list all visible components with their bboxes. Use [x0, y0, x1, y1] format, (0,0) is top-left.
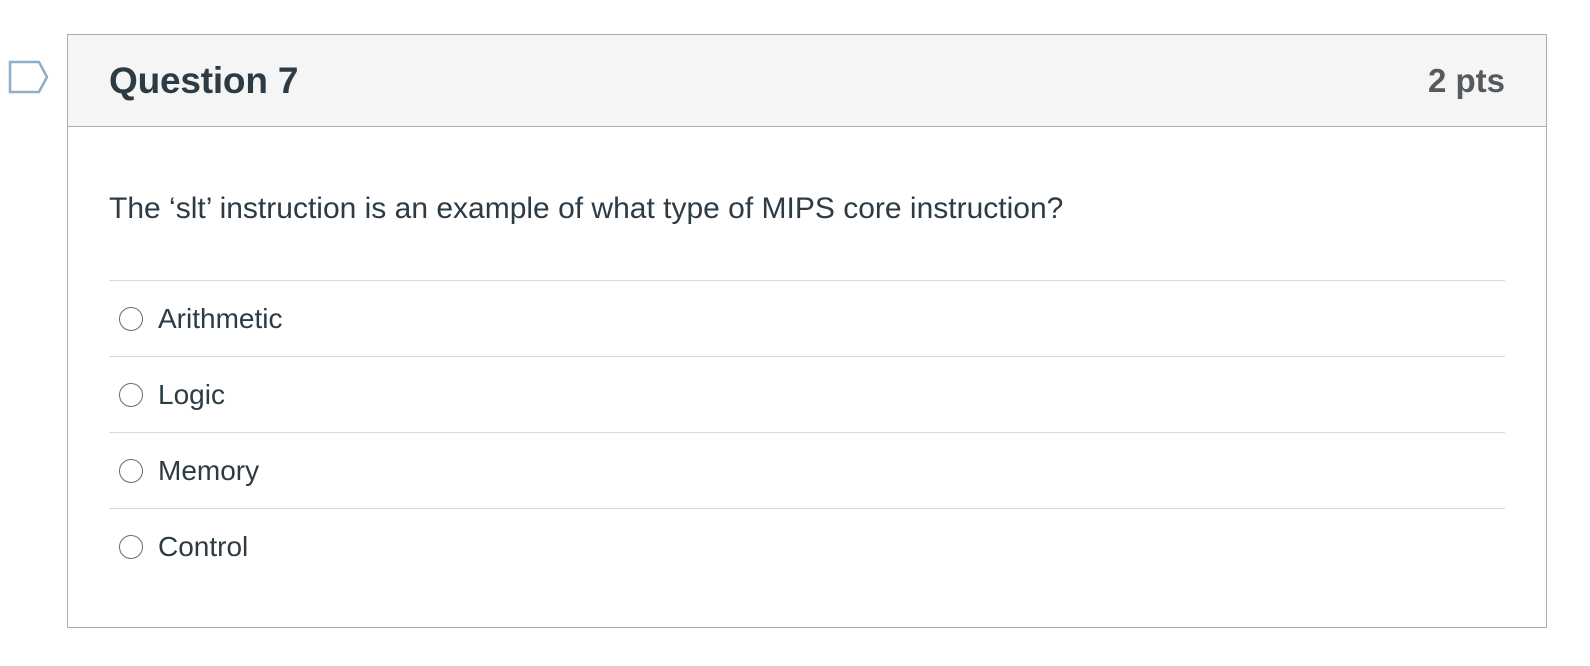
answer-label: Memory	[158, 454, 260, 486]
radio-button[interactable]	[119, 458, 143, 483]
answer-option-logic[interactable]: Logic	[109, 357, 1505, 433]
radio-button[interactable]	[119, 306, 143, 331]
radio-button[interactable]	[119, 382, 143, 407]
question-body: The ‘slt’ instruction is an example of w…	[68, 190, 1546, 585]
answer-label: Arithmetic	[158, 302, 283, 334]
answer-list: Arithmetic Logic Memory Control	[109, 280, 1505, 585]
question-header: Question 7 2 pts	[68, 35, 1546, 127]
answer-option-control[interactable]: Control	[109, 509, 1505, 585]
answer-option-memory[interactable]: Memory	[109, 433, 1505, 509]
flag-icon-graphic	[8, 60, 49, 94]
answer-label: Control	[158, 531, 249, 562]
answer-label: Logic	[158, 378, 225, 410]
question-points: 2 pts	[1427, 61, 1505, 99]
question-text: The ‘slt’ instruction is an example of w…	[109, 192, 1064, 225]
answer-option-arithmetic[interactable]: Arithmetic	[109, 281, 1505, 357]
question-card: Question 7 2 pts The ‘slt’ instruction i…	[67, 34, 1547, 628]
radio-button[interactable]	[119, 535, 143, 559]
question-title: Question 7	[109, 59, 299, 101]
flag-question-icon[interactable]	[8, 60, 50, 94]
